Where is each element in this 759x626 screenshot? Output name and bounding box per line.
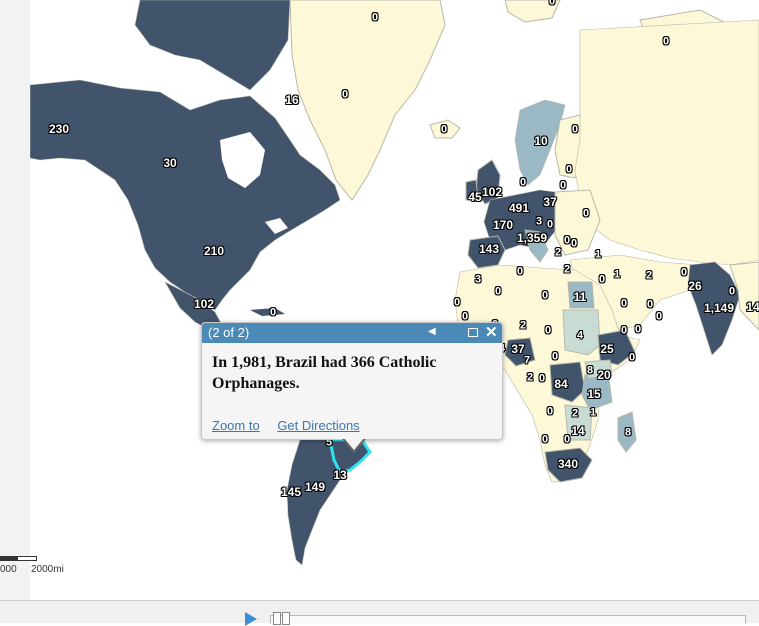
scale-bar: 000 2000mi: [0, 552, 64, 582]
left-edge-strip: [0, 0, 30, 600]
sudan: [562, 309, 601, 356]
popup-header: (2 of 2) ◀ ✕: [202, 323, 502, 343]
time-slider-start-thumb[interactable]: [273, 612, 281, 625]
popup-content: In 1,981, Brazil had 366 Catholic Orphan…: [212, 354, 437, 392]
time-slider-track[interactable]: [270, 615, 746, 624]
scale-bar-dark-segment: [0, 556, 18, 561]
scale-right-label: 2000mi: [31, 564, 64, 575]
popup-pager: (2 of 2): [208, 325, 250, 340]
previous-feature-icon[interactable]: ◀: [428, 326, 436, 337]
scale-left-label: 000: [0, 564, 17, 575]
popup-pointer: [342, 438, 366, 453]
info-popup: (2 of 2) ◀ ✕ In 1,981, Brazil had 366 Ca…: [201, 322, 503, 453]
close-icon[interactable]: ✕: [485, 323, 498, 341]
play-icon[interactable]: [245, 612, 257, 626]
zambia-area: [564, 404, 593, 441]
scale-bar-light-segment: [17, 556, 37, 561]
popup-actions: Zoom to Get Directions: [202, 404, 502, 433]
ireland: [465, 179, 479, 201]
world-map[interactable]: [0, 0, 759, 600]
maximize-icon[interactable]: [468, 328, 478, 337]
kenya-uganda: [584, 359, 613, 379]
time-slider-end-thumb[interactable]: [282, 612, 290, 625]
get-directions-link[interactable]: Get Directions: [277, 418, 359, 433]
time-slider-bar: [0, 600, 759, 626]
russia: [574, 19, 759, 266]
egypt: [567, 281, 595, 309]
zoom-to-link[interactable]: Zoom to: [212, 418, 260, 433]
